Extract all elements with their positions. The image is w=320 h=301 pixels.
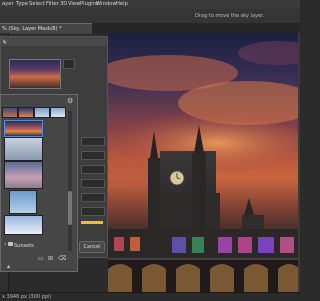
color-swatch[interactable] [81, 221, 103, 224]
tool-hint: Drag to move the sky layer. [195, 13, 265, 19]
sky-thumbnail[interactable] [4, 215, 43, 235]
sky-thumbnail[interactable] [18, 107, 34, 118]
menu-select[interactable]: Select [29, 1, 45, 7]
trash-icon[interactable]: ⌫ [58, 255, 66, 262]
sky-thumbnail[interactable] [34, 107, 50, 118]
option-field[interactable] [81, 207, 105, 216]
new-folder-icon[interactable]: ▭ [38, 255, 44, 262]
menu-bar: ayer Type Select Filter 3D View Plugins … [0, 0, 300, 9]
document-tab-bar: % (Sky, Layer Mask/8) * [0, 23, 300, 34]
spire [244, 198, 254, 215]
sky-picker-popup: ⚙ › Sunsets ▭ ⊞ ⌫ ▴ [0, 94, 78, 272]
options-bar: Drag to move the sky layer. [0, 9, 300, 24]
chevron-right-icon[interactable]: › [4, 241, 6, 248]
cloud [238, 41, 300, 65]
menu-type[interactable]: Type [16, 1, 28, 7]
option-field[interactable] [81, 179, 105, 188]
folder-label: Sunsets [14, 243, 34, 249]
scrollbar-thumb[interactable] [68, 191, 72, 225]
document-tab[interactable]: % (Sky, Layer Mask/8) * [0, 23, 92, 34]
menu-view[interactable]: View [68, 1, 80, 7]
new-icon[interactable]: ⊞ [48, 255, 53, 262]
picker-scrollbar[interactable] [68, 111, 72, 251]
station-front [108, 259, 300, 292]
sky-thumbnail-selected[interactable] [4, 120, 43, 137]
dialog-title-bar[interactable]: t × [1, 37, 107, 46]
folder-row-sunsets[interactable]: › Sunsets [3, 241, 69, 250]
cancel-button[interactable]: Cancel [79, 241, 105, 253]
right-panel-edge [298, 33, 300, 292]
sky-thumbnail[interactable] [50, 107, 66, 118]
menu-filter[interactable]: Filter [46, 1, 59, 7]
folder-icon [8, 242, 13, 246]
sky-thumbnail[interactable] [4, 137, 43, 161]
document-tab-label: % (Sky, Layer Mask/8) * [2, 26, 62, 32]
option-field[interactable] [81, 151, 105, 160]
sky-thumbnail[interactable] [2, 107, 18, 118]
document-info: x 3946 px (300 ppi) [2, 294, 52, 300]
option-field[interactable] [81, 137, 105, 146]
menu-window[interactable]: Window [96, 1, 116, 7]
close-icon[interactable]: × [3, 39, 105, 48]
menu-3d[interactable]: 3D [60, 1, 67, 7]
sky-preview[interactable] [9, 59, 61, 89]
sky-thumbnail[interactable] [4, 161, 43, 189]
image-canvas[interactable] [108, 33, 300, 292]
menu-layer[interactable]: ayer [2, 1, 14, 7]
cancel-label: Cancel [83, 244, 101, 250]
option-field[interactable] [81, 193, 105, 202]
canvas-artwork [108, 41, 300, 292]
sky-thumbnail[interactable] [9, 190, 37, 214]
gear-icon[interactable]: ⚙ [67, 97, 73, 105]
menu-help[interactable]: Help [116, 1, 128, 7]
resize-icon[interactable]: ▴ [7, 263, 10, 270]
option-field[interactable] [81, 165, 105, 174]
sky-dropdown-arrow[interactable] [63, 59, 75, 69]
